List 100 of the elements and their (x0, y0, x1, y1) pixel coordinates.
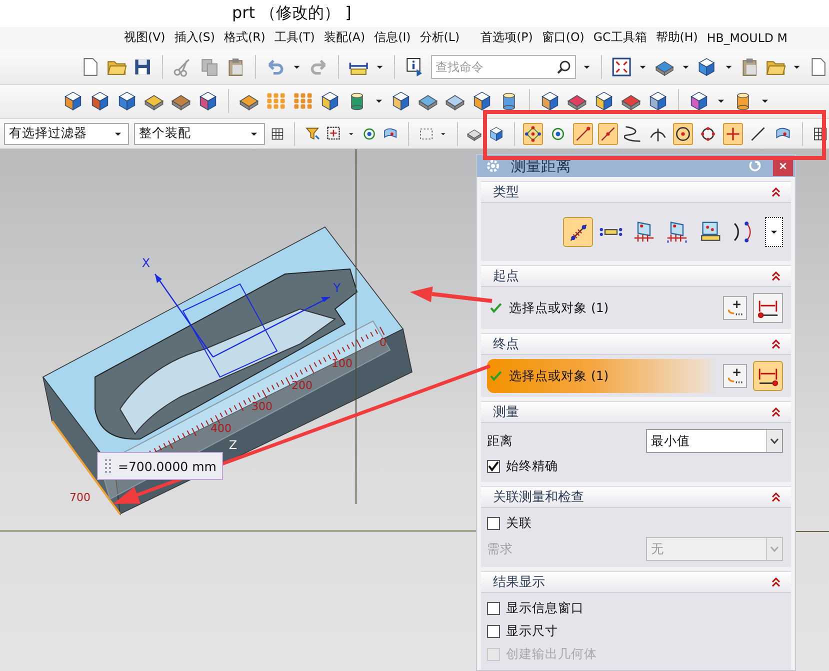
search-field[interactable]: 查找命令 (430, 54, 576, 79)
fit-view-icon[interactable] (611, 56, 632, 78)
search-icon[interactable] (556, 58, 572, 75)
plane-ruler-icon (665, 220, 689, 244)
menu-item[interactable]: 格式(R) (224, 30, 266, 46)
point-selection-row[interactable]: 选择点或对象 (1) (487, 359, 783, 393)
cube-icon[interactable] (390, 90, 412, 112)
checkbox-label: 关联 (506, 515, 532, 532)
ruler-label: 700 (70, 491, 90, 504)
menu-item[interactable]: 窗口(O) (542, 30, 584, 46)
settings-icon[interactable] (485, 158, 501, 174)
section-header[interactable]: 起点 (481, 265, 791, 286)
dropdown[interactable]: 最小值 (646, 429, 783, 453)
cube-icon[interactable] (593, 90, 615, 112)
collapse-icon[interactable] (769, 575, 783, 589)
section-header[interactable]: 类型 (481, 181, 791, 202)
collapse-icon[interactable] (769, 405, 783, 419)
checkbox-label: 创建输出几何体 (506, 646, 597, 663)
section-title: 终点 (493, 336, 519, 353)
checkmark-icon (489, 369, 503, 383)
cube-icon[interactable] (197, 90, 219, 112)
ruler-label: 100 (332, 357, 352, 370)
checkbox[interactable] (487, 602, 500, 615)
field-label: 距离 (487, 432, 513, 450)
point-grid-icon (524, 124, 542, 143)
cube-icon[interactable] (89, 90, 111, 112)
menu-item[interactable]: 分析(L) (420, 30, 460, 46)
checkbox-label: 显示尺寸 (506, 623, 558, 640)
caret-icon (770, 438, 779, 444)
grip-icon (102, 457, 112, 475)
section-header[interactable]: 结果显示 (481, 571, 791, 592)
axis-label: Z (228, 438, 238, 452)
cube-icon[interactable] (647, 90, 669, 112)
cube-icon[interactable] (116, 90, 138, 112)
plus-icon (724, 124, 742, 143)
measure-type-button[interactable] (563, 217, 593, 247)
menu-item[interactable]: 首选项(P) (480, 30, 533, 46)
section-title: 类型 (493, 184, 519, 201)
ruler-label: 0 (380, 336, 386, 349)
field-label: 需求 (487, 540, 513, 558)
collapse-icon[interactable] (769, 337, 783, 351)
collapse-icon[interactable] (769, 269, 783, 283)
plane-ruler-icon (632, 220, 656, 244)
add-point-icon (726, 367, 744, 385)
measurement-value: =700.0000 mm (118, 458, 216, 474)
measure-vector-button[interactable] (753, 361, 783, 391)
screen-ruler-icon (698, 220, 722, 244)
point-selection-label: 选择点或对象 (1) (509, 300, 610, 316)
ruler-label: 200 (292, 379, 312, 392)
ruler-label: 300 (252, 400, 272, 413)
menu-item[interactable]: 装配(A) (324, 30, 366, 46)
cube-icon[interactable] (688, 90, 710, 112)
section-header[interactable]: 终点 (481, 333, 791, 354)
checkbox[interactable] (487, 460, 500, 473)
point-dialog-button[interactable] (723, 296, 747, 320)
collapse-icon[interactable] (769, 185, 783, 199)
checkbox-label: 始终精确 (506, 458, 558, 475)
line-icon (749, 124, 768, 143)
snap-button[interactable] (523, 122, 544, 145)
point-dialog-button[interactable] (723, 364, 747, 388)
menu-item[interactable]: HB_MOULD M (706, 31, 788, 46)
checkbox-label: 显示信息窗口 (506, 600, 584, 617)
cube-icon[interactable] (539, 90, 561, 112)
menu-item[interactable]: 信息(I) (374, 30, 411, 46)
checkbox[interactable] (487, 625, 500, 638)
line-end-icon (574, 124, 592, 143)
cube-icon[interactable] (471, 90, 493, 112)
menu-item[interactable]: 视图(V) (124, 30, 166, 46)
ruler-label: 400 (210, 422, 232, 435)
measure-vector-button[interactable] (753, 293, 783, 323)
menu-item[interactable]: GC工具箱 (593, 30, 647, 46)
menu-item[interactable]: 插入(S) (174, 30, 215, 46)
line-midpoint-icon (599, 124, 618, 143)
cube-icon[interactable] (319, 90, 341, 112)
menu-item[interactable]: 帮助(H) (656, 30, 698, 46)
axis-label: Y (333, 281, 341, 295)
scope-dropdown[interactable]: 整个装配 (134, 122, 266, 145)
reset-icon[interactable] (747, 158, 763, 174)
add-point-icon (726, 299, 744, 317)
selection-filter-dropdown[interactable]: 有选择过滤器 (4, 122, 129, 145)
cube-icon[interactable] (62, 90, 84, 112)
snap-button[interactable] (598, 122, 618, 145)
axis-label: X (142, 256, 150, 270)
snap-button[interactable] (673, 122, 694, 145)
section-title: 起点 (493, 268, 519, 285)
caret-icon (770, 546, 779, 552)
circle-center-icon (674, 124, 692, 143)
window-title: prt （修改的） ] (232, 2, 352, 24)
more-types-button[interactable] (765, 217, 783, 247)
section-title: 结果显示 (493, 574, 545, 591)
section-title: 测量 (493, 404, 519, 421)
circle-icon (699, 124, 718, 143)
menu-item[interactable]: 工具(T) (274, 30, 315, 46)
snap-button[interactable] (573, 122, 594, 145)
curve-icon (624, 124, 642, 143)
point-selection-label: 选择点或对象 (1) (509, 368, 610, 384)
checkmark-icon (489, 301, 503, 315)
section-title: 关联测量和检查 (493, 489, 584, 506)
section-header[interactable]: 测量 (481, 401, 791, 422)
snap-button[interactable] (723, 122, 744, 145)
